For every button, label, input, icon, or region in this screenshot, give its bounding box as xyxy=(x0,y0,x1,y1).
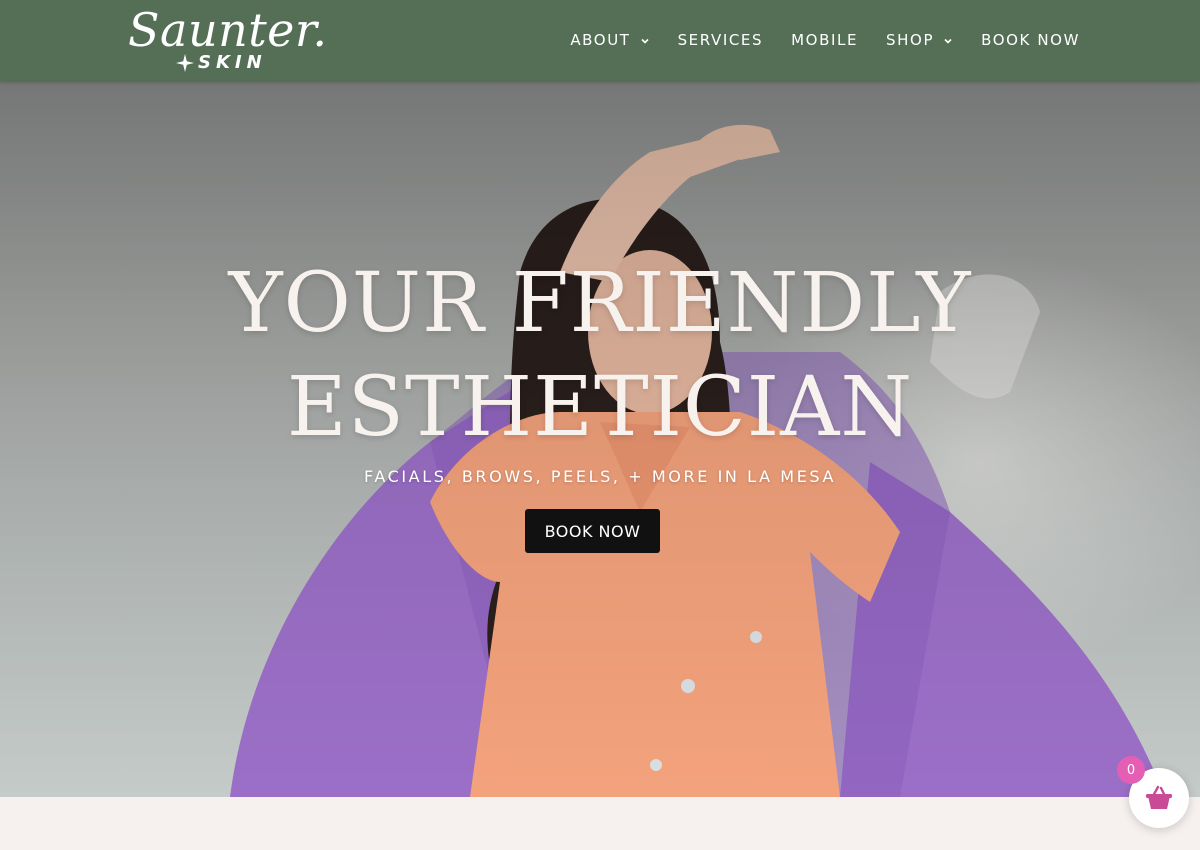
hero-title-line2: ESTHETICIAN xyxy=(286,360,914,455)
nav-services[interactable]: SERVICES xyxy=(678,31,764,49)
chevron-down-icon xyxy=(640,38,649,44)
chevron-down-icon xyxy=(944,38,952,44)
book-now-button[interactable]: BOOK NOW xyxy=(525,509,660,553)
nav-book-now-label: BOOK NOW xyxy=(981,31,1080,49)
next-section-band xyxy=(0,797,1200,850)
nav-book-now[interactable]: BOOK NOW xyxy=(981,31,1080,49)
nav-about-label: ABOUT xyxy=(570,31,631,49)
hero-title-line1: YOUR FRIENDLY xyxy=(228,256,972,351)
nav-about[interactable]: ABOUT xyxy=(570,31,649,49)
hero-subtitle: FACIALS, BROWS, PEELS, + MORE IN LA MESA xyxy=(363,467,837,486)
site-logo[interactable]: Saunter. SKIN xyxy=(128,4,327,78)
sparkle-icon xyxy=(176,54,194,72)
basket-icon xyxy=(1146,785,1172,809)
logo-subtitle: SKIN xyxy=(198,52,267,73)
nav-shop[interactable]: SHOP xyxy=(886,31,953,49)
nav-mobile-label: MOBILE xyxy=(791,31,859,49)
hero-title: YOUR FRIENDLY ESTHETICIAN xyxy=(0,252,1200,460)
hero-section: YOUR FRIENDLY ESTHETICIAN FACIALS, BROWS… xyxy=(0,82,1200,797)
nav-mobile[interactable]: MOBILE xyxy=(791,31,858,49)
site-header: Saunter. SKIN ABOUT SERVICES MOBILE SHOP… xyxy=(0,0,1200,82)
main-nav: ABOUT SERVICES MOBILE SHOP BOOK NOW xyxy=(542,28,1080,52)
logo-wordmark: Saunter. xyxy=(128,3,328,57)
nav-shop-label: SHOP xyxy=(886,31,935,49)
nav-services-label: SERVICES xyxy=(677,31,764,49)
cart-count-badge: 0 xyxy=(1117,756,1145,784)
